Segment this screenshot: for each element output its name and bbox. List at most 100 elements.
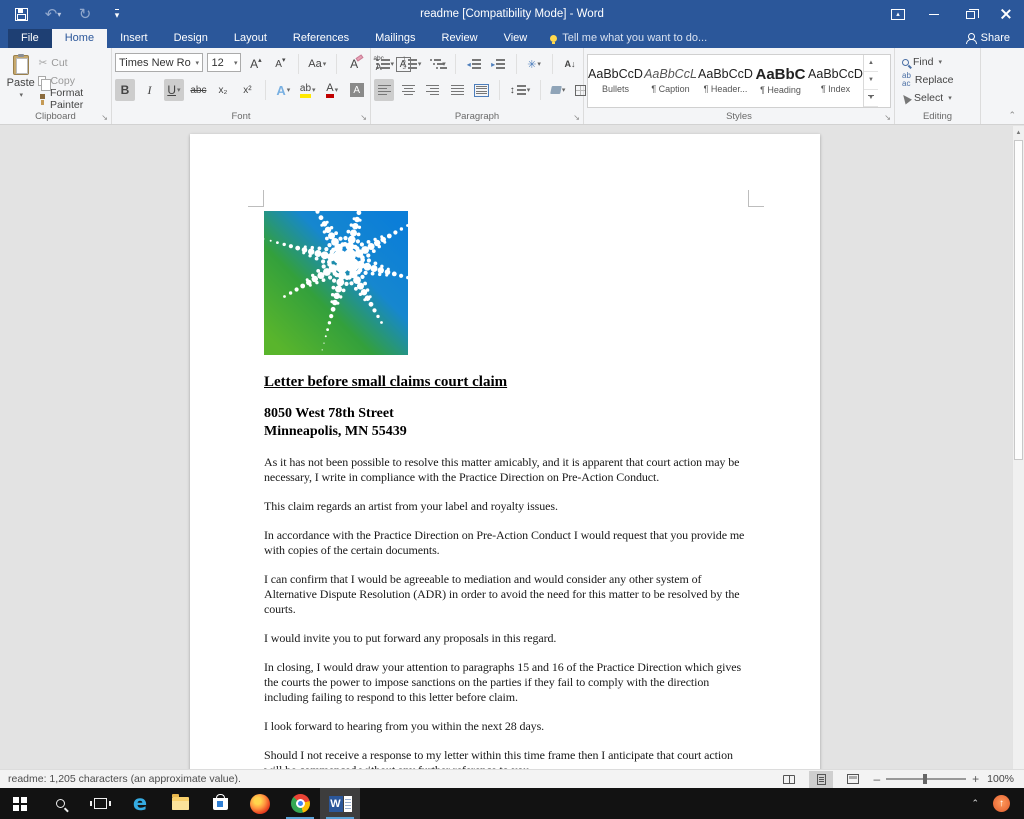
tab-mailings[interactable]: Mailings (362, 29, 428, 48)
format-painter-button[interactable]: Format Painter (38, 90, 108, 108)
styles-scroll-down-button[interactable]: ▼ (864, 72, 878, 89)
aramco-logo-image[interactable] (264, 211, 408, 355)
redo-button[interactable]: ↻ (74, 3, 96, 25)
bold-button[interactable]: B (115, 79, 135, 101)
replace-icon: abac (902, 72, 911, 88)
document-page[interactable]: Letter before small claims court claim 8… (190, 134, 820, 769)
clear-formatting-button[interactable]: A (344, 53, 364, 75)
style-heading[interactable]: AaBbC ¶ Heading (753, 55, 808, 107)
superscript-button[interactable]: x² (237, 79, 257, 101)
subscript-button[interactable]: x₂ (213, 79, 233, 101)
restore-button[interactable] (952, 0, 988, 28)
decrease-indent-button[interactable]: ◂ (464, 53, 484, 75)
tab-home[interactable]: Home (52, 29, 107, 48)
minimize-button[interactable] (916, 0, 952, 28)
tray-expand-button[interactable]: ⌃ (971, 798, 979, 809)
save-button[interactable] (10, 3, 32, 25)
tab-references[interactable]: References (280, 29, 362, 48)
change-case-button[interactable]: Aa▾ (306, 53, 328, 75)
tab-insert[interactable]: Insert (107, 29, 161, 48)
taskbar-chrome-button[interactable] (280, 788, 320, 819)
customize-qat-button[interactable]: ▾ (106, 3, 128, 25)
distribute-button[interactable] (472, 79, 492, 101)
taskbar-firefox-button[interactable] (240, 788, 280, 819)
zoom-out-button[interactable]: – (873, 773, 880, 785)
zoom-percentage[interactable]: 100% (987, 773, 1014, 785)
shading-button[interactable]: ▾ (548, 79, 568, 101)
bullets-button[interactable]: ▾ (374, 53, 396, 75)
taskbar-edge-button[interactable]: e (120, 788, 160, 819)
grow-font-button[interactable]: A▴ (246, 53, 266, 75)
asian-layout-button[interactable]: ✳▾ (524, 53, 544, 75)
taskbar-search-button[interactable] (40, 788, 80, 819)
tab-design[interactable]: Design (161, 29, 221, 48)
underline-button[interactable]: U▾ (164, 79, 184, 101)
zoom-slider-thumb[interactable] (923, 774, 927, 784)
style-header[interactable]: AaBbCcD ¶ Header... (698, 55, 753, 107)
align-left-button[interactable] (374, 79, 394, 101)
taskbar-file-explorer-button[interactable] (160, 788, 200, 819)
replace-button[interactable]: abacReplace (898, 71, 977, 89)
vertical-scrollbar[interactable]: ▲ (1012, 126, 1024, 769)
close-button[interactable] (988, 0, 1024, 28)
character-shading-button[interactable]: A (347, 79, 367, 101)
strikethrough-button[interactable]: abc (188, 79, 208, 101)
font-dialog-launcher[interactable]: ↘ (360, 114, 367, 122)
tab-review[interactable]: Review (429, 29, 491, 48)
web-layout-button[interactable] (841, 771, 865, 788)
read-mode-button[interactable] (777, 771, 801, 788)
sort-button[interactable]: A↓ (560, 53, 580, 75)
zoom-in-button[interactable]: + (972, 773, 979, 785)
share-button[interactable]: Share (952, 32, 1024, 48)
ribbon-display-options-button[interactable]: ▴ (880, 0, 916, 28)
text-effects-button[interactable]: A▾ (273, 79, 293, 101)
justify-button[interactable] (447, 79, 467, 101)
shrink-font-button[interactable]: A▾ (270, 53, 290, 75)
margin-crop-mark-left (248, 190, 264, 207)
align-right-button[interactable] (423, 79, 443, 101)
tab-layout[interactable]: Layout (221, 29, 280, 48)
align-center-button[interactable] (398, 79, 418, 101)
font-name-combo[interactable]: Times New Ro▾ (115, 53, 203, 72)
highlight-color-button[interactable]: ab▾ (298, 79, 318, 101)
multilevel-list-button[interactable]: ▾ (428, 53, 448, 75)
taskbar-word-button[interactable]: W (320, 788, 360, 819)
collapse-ribbon-button[interactable]: ⌃ (1008, 110, 1016, 121)
undo-button[interactable]: ↶▾ (42, 3, 64, 25)
style-bullets[interactable]: AaBbCcD Bullets (588, 55, 643, 107)
scrollbar-thumb[interactable] (1014, 140, 1023, 460)
start-button[interactable] (0, 788, 40, 819)
tab-file[interactable]: File (8, 29, 52, 48)
tray-notification-icon[interactable]: ↑ (993, 795, 1010, 812)
find-button[interactable]: Find▾ (898, 53, 977, 71)
italic-button[interactable]: I (139, 79, 159, 101)
style-index[interactable]: AaBbCcD ¶ Index (808, 55, 863, 107)
document-address[interactable]: 8050 West 78th Street Minneapolis, MN 55… (264, 405, 754, 441)
styles-dialog-launcher[interactable]: ↘ (884, 114, 891, 122)
cut-button[interactable]: ✂Cut (38, 55, 108, 72)
styles-more-button[interactable]: ▼ (864, 90, 878, 107)
paste-button[interactable]: Paste ▾ (3, 53, 38, 108)
task-view-button[interactable] (80, 788, 120, 819)
zoom-slider[interactable] (886, 778, 966, 780)
system-tray: ⌃ ↑ (971, 788, 1024, 819)
line-spacing-button[interactable]: ↕▾ (508, 79, 533, 101)
font-size-combo[interactable]: 12▾ (207, 53, 241, 72)
font-color-button[interactable]: A▾ (322, 79, 342, 101)
tell-me-box[interactable]: Tell me what you want to do... (540, 32, 717, 48)
style-caption[interactable]: AaBbCcL ¶ Caption (643, 55, 698, 107)
select-button[interactable]: Select▾ (898, 89, 977, 107)
print-layout-icon (817, 774, 826, 785)
styles-scroll-up-button[interactable]: ▲ (864, 55, 878, 72)
taskbar-store-button[interactable] (200, 788, 240, 819)
clipboard-dialog-launcher[interactable]: ↘ (101, 114, 108, 122)
tab-view[interactable]: View (491, 29, 541, 48)
paragraph-dialog-launcher[interactable]: ↘ (573, 114, 580, 122)
increase-indent-button[interactable]: ▸ (488, 53, 508, 75)
status-text[interactable]: readme: 1,205 characters (an approximate… (0, 773, 241, 785)
print-layout-button[interactable] (809, 771, 833, 788)
document-heading[interactable]: Letter before small claims court claim (264, 374, 754, 391)
scroll-up-button[interactable]: ▲ (1013, 126, 1024, 139)
numbering-button[interactable]: 123▾ (400, 53, 423, 75)
document-body[interactable]: As it has not been possible to resolve t… (264, 455, 754, 769)
